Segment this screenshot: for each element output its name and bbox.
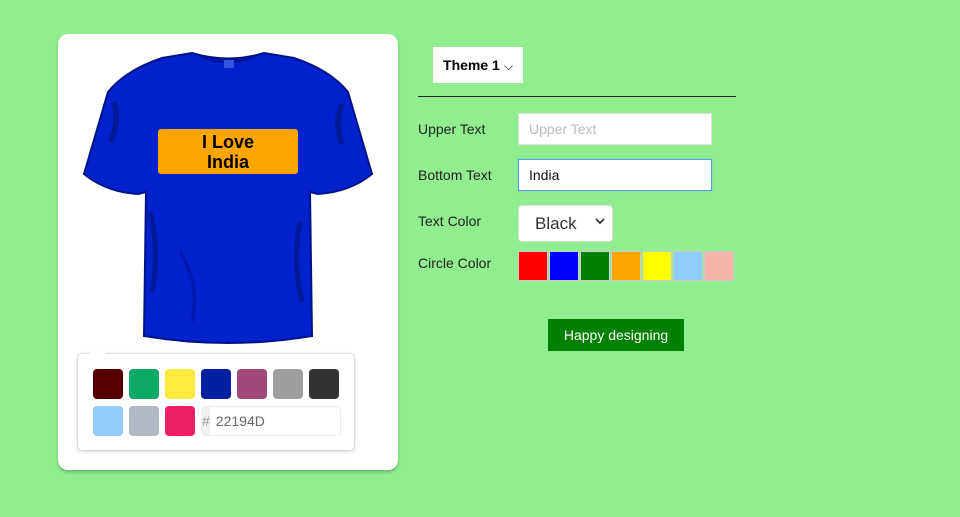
swatch-yellow[interactable] bbox=[165, 369, 195, 399]
swatch-light-blue[interactable] bbox=[93, 406, 123, 436]
swatch-dark-red[interactable] bbox=[93, 369, 123, 399]
hex-color-field: # bbox=[201, 406, 399, 436]
happy-designing-button[interactable]: Happy designing bbox=[548, 319, 684, 351]
tshirt-preview-card: I Love India # bbox=[58, 34, 399, 470]
circle-color-yellow[interactable] bbox=[642, 251, 672, 281]
swatch-navy[interactable] bbox=[201, 369, 231, 399]
circle-color-blue[interactable] bbox=[549, 251, 579, 281]
chevron-down-icon bbox=[595, 218, 605, 225]
bottom-text-input[interactable] bbox=[518, 159, 712, 191]
tshirt-upper-text: I Love bbox=[201, 131, 254, 152]
upper-text-label: Upper Text bbox=[418, 121, 486, 137]
circle-color-red[interactable] bbox=[518, 251, 548, 281]
theme-dropdown-button[interactable]: Theme 1 ⌵ bbox=[433, 47, 523, 83]
tshirt-image bbox=[82, 52, 374, 344]
text-color-value: Black bbox=[535, 213, 577, 233]
tshirt-text-label: I Love India bbox=[158, 129, 298, 174]
hex-color-input[interactable] bbox=[209, 407, 399, 435]
theme-label: Theme 1 bbox=[443, 57, 500, 73]
hash-prefix: # bbox=[202, 407, 210, 435]
swatch-pink[interactable] bbox=[165, 406, 195, 436]
circle-color-label: Circle Color bbox=[418, 255, 492, 271]
circle-color-options bbox=[518, 251, 735, 281]
text-color-select[interactable]: Black bbox=[518, 205, 613, 242]
tshirt-body bbox=[82, 52, 374, 344]
tshirt-bottom-text: India bbox=[206, 151, 249, 172]
swatch-silver[interactable] bbox=[129, 406, 159, 436]
text-color-label: Text Color bbox=[418, 213, 482, 229]
circle-color-green[interactable] bbox=[580, 251, 610, 281]
circle-color-peach[interactable] bbox=[704, 251, 734, 281]
circle-color-orange[interactable] bbox=[611, 251, 641, 281]
circle-color-light-blue[interactable] bbox=[673, 251, 703, 281]
swatch-charcoal[interactable] bbox=[309, 369, 339, 399]
swatch-plum[interactable] bbox=[237, 369, 267, 399]
picker-arrow bbox=[90, 346, 106, 354]
shirt-color-picker: # bbox=[78, 346, 399, 450]
bottom-text-label: Bottom Text bbox=[418, 167, 492, 183]
chevron-down-icon: ⌵ bbox=[503, 59, 513, 73]
divider bbox=[418, 96, 736, 97]
swatch-green[interactable] bbox=[129, 369, 159, 399]
swatch-gray[interactable] bbox=[273, 369, 303, 399]
upper-text-input[interactable] bbox=[518, 113, 712, 145]
